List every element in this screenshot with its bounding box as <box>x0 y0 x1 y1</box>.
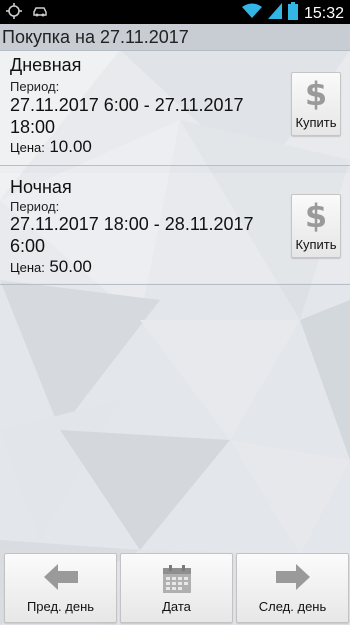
period-label: Период: <box>10 79 60 94</box>
tariff-price: 50.00 <box>49 257 92 276</box>
calendar-icon <box>121 564 232 599</box>
buy-button[interactable]: $ Купить <box>291 194 341 258</box>
price-row: Цена: 50.00 <box>10 257 92 277</box>
next-day-label: След. день <box>258 599 327 614</box>
car-icon <box>32 4 48 23</box>
period-line-2: 18:00 <box>10 117 56 137</box>
buy-button-label: Купить <box>295 115 337 130</box>
title-bar: Покупка на 27.11.2017 <box>0 24 350 51</box>
period-label: Период: <box>10 199 60 214</box>
wifi-icon <box>241 3 262 24</box>
period-line-2: 6:00 <box>10 236 46 256</box>
signal-icon <box>267 3 282 24</box>
tariff-name: Ночная <box>10 177 72 197</box>
tariff-item-day: Дневная Период: 27.11.2017 6:00 - 27.11.… <box>0 51 350 165</box>
prev-day-label: Пред. день <box>26 599 95 614</box>
tariff-period: 27.11.2017 18:00 - 28.11.2017 6:00 <box>10 213 280 257</box>
tariff-item-night: Ночная Период: 27.11.2017 18:00 - 28.11.… <box>0 173 350 283</box>
gps-icon <box>6 3 22 24</box>
status-bar: 15:32 <box>0 0 350 24</box>
divider <box>0 284 350 285</box>
battery-icon <box>287 2 298 25</box>
date-button[interactable]: Дата <box>120 553 233 623</box>
tariff-price: 10.00 <box>49 137 92 156</box>
date-label: Дата <box>162 599 191 614</box>
price-row: Цена: 10.00 <box>10 137 92 157</box>
next-day-button[interactable]: След. день <box>236 553 349 623</box>
tariff-period: 27.11.2017 6:00 - 27.11.2017 18:00 <box>10 94 280 138</box>
dollar-icon: $ <box>304 197 328 235</box>
tariff-name: Дневная <box>10 55 82 75</box>
price-label: Цена: <box>10 260 45 275</box>
arrow-left-icon <box>5 564 116 595</box>
status-time: 15:32 <box>303 4 344 22</box>
dollar-icon: $ <box>304 75 328 113</box>
prev-day-button[interactable]: Пред. день <box>4 553 117 623</box>
page-title: Покупка на 27.11.2017 <box>2 27 189 47</box>
price-label: Цена: <box>10 140 45 155</box>
divider <box>0 165 350 166</box>
period-line-1: 27.11.2017 6:00 - 27.11.2017 <box>10 95 244 115</box>
arrow-right-icon <box>237 564 348 595</box>
buy-button[interactable]: $ Купить <box>291 72 341 136</box>
buy-button-label: Купить <box>295 237 337 252</box>
period-line-1: 27.11.2017 18:00 - 28.11.2017 <box>10 214 254 234</box>
